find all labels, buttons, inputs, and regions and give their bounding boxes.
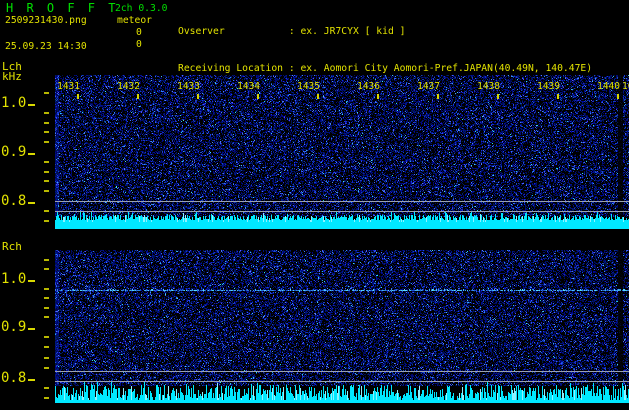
freq-minor-tick xyxy=(44,297,49,299)
freq-minor-tick xyxy=(44,220,49,222)
freq-minor-tick xyxy=(44,161,49,163)
freq-major-tick xyxy=(28,202,35,204)
echo-count-short: 0 xyxy=(136,39,142,50)
time-label: 1436 xyxy=(357,81,380,92)
time-tick xyxy=(557,94,559,99)
freq-minor-tick xyxy=(44,316,49,318)
freq-minor-tick xyxy=(44,141,49,143)
freq-major-tick xyxy=(28,379,35,381)
time-tick xyxy=(317,94,319,99)
freq-minor-tick xyxy=(44,288,49,290)
time-label: 1434 xyxy=(237,81,260,92)
freq-label: 1.0 xyxy=(1,95,27,111)
app-version: 2ch 0.3.0 xyxy=(115,3,168,14)
freq-minor-tick xyxy=(44,367,49,369)
freq-major-tick xyxy=(28,328,35,330)
time-label: 1431 xyxy=(57,81,80,92)
freq-minor-tick xyxy=(44,131,49,133)
freq-label: 1.0 xyxy=(1,271,27,287)
freq-minor-tick xyxy=(44,210,49,212)
freq-label: 0.8 xyxy=(1,193,27,209)
output-filename: 2509231430.png xyxy=(5,15,87,26)
location-line: Receiving Location : ex. Aomori City Aom… xyxy=(178,63,593,75)
freq-minor-tick xyxy=(44,190,49,192)
freq-minor-tick xyxy=(44,357,49,359)
freq-minor-tick xyxy=(44,307,49,309)
time-tick xyxy=(257,94,259,99)
freq-major-tick xyxy=(28,104,35,106)
freq-minor-tick xyxy=(44,397,49,399)
khz-unit-label: kHz xyxy=(2,70,22,83)
freq-minor-tick xyxy=(44,122,49,124)
time-label-partial: 10 xyxy=(622,81,629,92)
observation-datetime: 25.09.23 14:30 xyxy=(5,41,87,52)
echo-count-long: 0 xyxy=(136,27,142,38)
time-tick xyxy=(77,94,79,99)
time-label: 1435 xyxy=(297,81,320,92)
lch-spectrogram xyxy=(55,75,629,229)
time-label: 1437 xyxy=(417,81,440,92)
time-tick xyxy=(197,94,199,99)
time-label: 1432 xyxy=(117,81,140,92)
freq-minor-tick xyxy=(44,171,49,173)
mode-label: meteor xyxy=(117,15,152,26)
freq-minor-tick xyxy=(44,387,49,389)
rch-channel-label: Rch xyxy=(2,240,22,253)
freq-minor-tick xyxy=(44,259,49,261)
freq-minor-tick xyxy=(44,336,49,338)
freq-minor-tick xyxy=(44,268,49,270)
freq-minor-tick xyxy=(44,112,49,114)
time-tick xyxy=(137,94,139,99)
freq-minor-tick xyxy=(44,92,49,94)
rch-spectrogram xyxy=(55,250,629,410)
time-label: 1433 xyxy=(177,81,200,92)
freq-label: 0.9 xyxy=(1,144,27,160)
freq-label: 0.9 xyxy=(1,319,27,335)
time-label: 1439 xyxy=(537,81,560,92)
freq-major-tick xyxy=(28,153,35,155)
time-tick xyxy=(497,94,499,99)
app-title: H R O F F T xyxy=(6,1,119,15)
freq-minor-tick xyxy=(44,180,49,182)
hrofft-window: H R O F F T 2ch 0.3.0 2509231430.png met… xyxy=(0,0,629,410)
time-tick xyxy=(377,94,379,99)
time-tick xyxy=(437,94,439,99)
observer-line: Ovserver : ex. JR7CYX [ kid ] xyxy=(178,26,406,38)
time-tick xyxy=(617,94,619,99)
lch-channel-label: Lch kHz xyxy=(2,61,22,83)
freq-label: 0.8 xyxy=(1,370,27,386)
freq-minor-tick xyxy=(44,346,49,348)
time-label: 1438 xyxy=(477,81,500,92)
freq-major-tick xyxy=(28,280,35,282)
